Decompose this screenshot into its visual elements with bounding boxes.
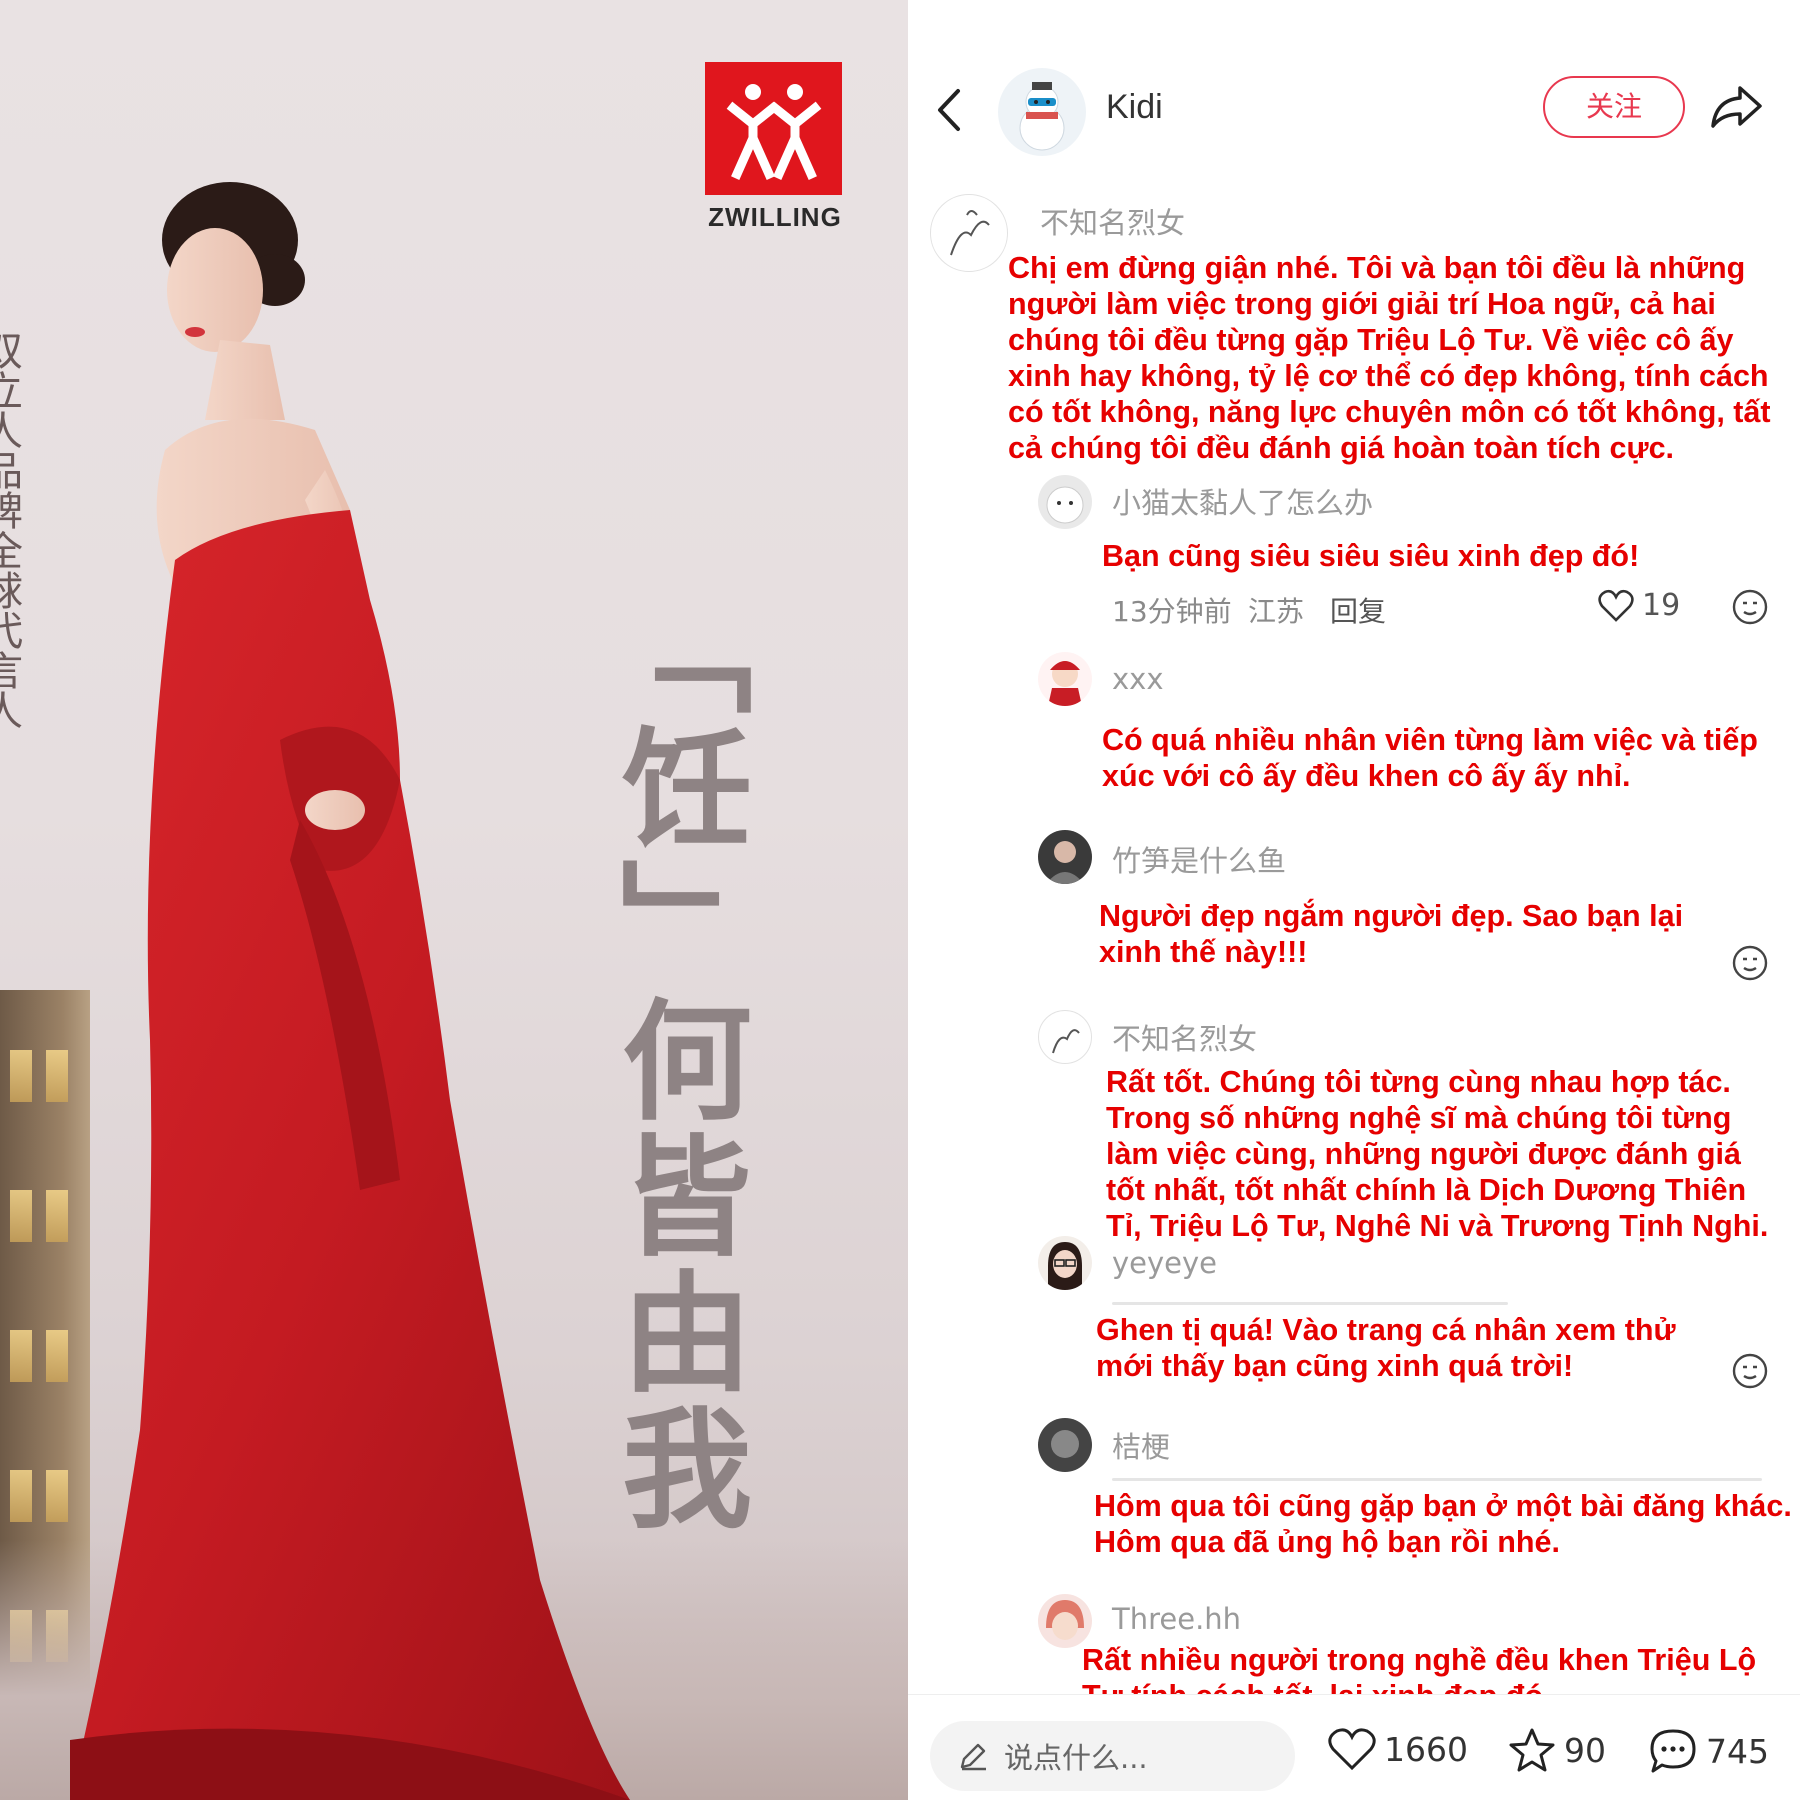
heart-icon bbox=[1598, 589, 1634, 622]
poster-image: 双立人品牌全球代言人 ZWILLING 「饪」何皆由我 bbox=[0, 0, 908, 1800]
follow-button[interactable]: 关注 bbox=[1543, 76, 1685, 138]
comment-text: Ghen tị quá! Vào trang cá nhân xem thử m… bbox=[1096, 1313, 1676, 1383]
comment-username[interactable]: 不知名烈女 bbox=[1040, 200, 1185, 242]
bottom-action-bar: 说点什么... 1660 90 745 bbox=[908, 1694, 1800, 1800]
photo-avatar-icon bbox=[1046, 841, 1084, 884]
comment-avatar[interactable] bbox=[1038, 1236, 1092, 1290]
obscured-text-line bbox=[1112, 1302, 1508, 1305]
comment-input[interactable]: 说点什么... bbox=[930, 1721, 1295, 1791]
emoji-reaction-icon[interactable] bbox=[1731, 588, 1769, 626]
comment-text: Người đẹp ngắm người đẹp. Sao bạn lại xi… bbox=[1099, 899, 1684, 969]
comment-avatar[interactable] bbox=[1038, 830, 1092, 884]
author-avatar[interactable] bbox=[998, 68, 1086, 156]
comment-text: Hôm qua tôi cũng gặp bạn ở một bài đăng … bbox=[1094, 1489, 1792, 1559]
twin-figures-icon bbox=[726, 83, 821, 180]
favorite-button[interactable]: 90 bbox=[1508, 1727, 1606, 1773]
zwilling-logo bbox=[705, 62, 842, 195]
cat-avatar-icon bbox=[1046, 486, 1084, 524]
comments-panel: Kidi 关注 不知名烈女 Chị em đừng giận nhé. Tôi … bbox=[908, 0, 1800, 1800]
comment-time: 13分钟前 bbox=[1112, 595, 1232, 628]
heart-icon bbox=[1328, 1728, 1376, 1771]
comment-avatar[interactable] bbox=[1038, 1418, 1092, 1472]
photo-avatar-icon bbox=[1051, 1430, 1079, 1458]
star-icon bbox=[1509, 1728, 1555, 1772]
comment-username[interactable]: 桔梗 bbox=[1112, 1424, 1170, 1466]
poster-vertical-text: 双立人品牌全球代言人 bbox=[0, 330, 22, 730]
comment-text: Có quá nhiều nhân viên từng làm việc và … bbox=[1102, 723, 1758, 793]
comment-username[interactable]: 不知名烈女 bbox=[1112, 1016, 1257, 1058]
comment-avatar[interactable] bbox=[930, 194, 1008, 272]
comment-text: Chị em đừng giận nhé. Tôi và bạn tôi đều… bbox=[1008, 251, 1771, 465]
cartoon-avatar-icon bbox=[1046, 1600, 1084, 1640]
comment-input-placeholder: 说点什么... bbox=[1004, 1741, 1148, 1775]
like-button[interactable]: 1660 bbox=[1328, 1727, 1468, 1771]
comment-location: 江苏 bbox=[1248, 595, 1305, 628]
model-in-red-dress bbox=[70, 182, 630, 1800]
comment-username[interactable]: Three.hh bbox=[1112, 1602, 1241, 1636]
comment-username[interactable]: xxx bbox=[1112, 662, 1164, 696]
comment-like-button[interactable]: 19 bbox=[1598, 588, 1680, 623]
sketch-avatar-icon bbox=[1052, 1029, 1080, 1054]
obscured-text-line bbox=[1112, 1478, 1762, 1481]
comment-username[interactable]: yeyeye bbox=[1112, 1246, 1217, 1280]
comment-text: Rất tốt. Chúng tôi từng cùng nhau hợp tá… bbox=[1106, 1065, 1769, 1243]
comment-avatar[interactable] bbox=[1038, 652, 1092, 706]
snowman-avatar-icon bbox=[1019, 82, 1065, 151]
comment-text: Bạn cũng siêu siêu siêu xinh đẹp đó! bbox=[1102, 539, 1640, 573]
speech-bubble-icon bbox=[1650, 1729, 1696, 1773]
sketch-avatar-icon bbox=[950, 210, 990, 256]
like-count: 1660 bbox=[1384, 1729, 1468, 1769]
comment-username[interactable]: 竹笋是什么鱼 bbox=[1112, 838, 1286, 880]
girl-avatar-icon bbox=[1048, 1242, 1082, 1290]
top-bar: Kidi 关注 bbox=[908, 0, 1800, 200]
comment-avatar[interactable] bbox=[1038, 1010, 1092, 1064]
comment-avatar[interactable] bbox=[1038, 475, 1092, 529]
comment-username[interactable]: 小猫太黏人了怎么办 bbox=[1112, 480, 1373, 522]
comment-like-count: 19 bbox=[1642, 588, 1681, 623]
author-name[interactable]: Kidi bbox=[1106, 88, 1163, 127]
favorite-count: 90 bbox=[1564, 1730, 1606, 1770]
share-arrow-icon[interactable] bbox=[1708, 80, 1764, 132]
emoji-reaction-icon[interactable] bbox=[1731, 1352, 1769, 1390]
pencil-icon bbox=[960, 1743, 986, 1771]
back-chevron-icon[interactable] bbox=[930, 85, 970, 135]
emoji-reaction-icon[interactable] bbox=[1731, 944, 1769, 982]
comments-button[interactable]: 745 bbox=[1648, 1727, 1769, 1775]
doll-avatar-icon bbox=[1048, 661, 1082, 706]
reply-button[interactable]: 回复 bbox=[1330, 590, 1386, 630]
comment-avatar[interactable] bbox=[1038, 1594, 1092, 1648]
comment-count: 745 bbox=[1706, 1731, 1769, 1771]
brand-name: ZWILLING bbox=[708, 202, 842, 232]
